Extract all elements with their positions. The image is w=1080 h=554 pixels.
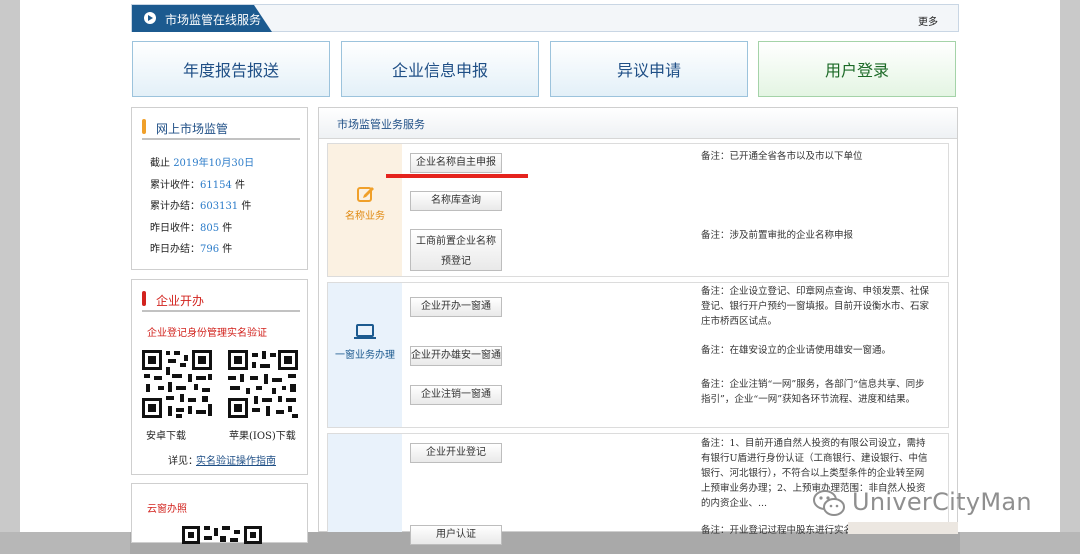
stat-value: 796 [200, 244, 220, 255]
stat-value: 603131 [200, 201, 239, 212]
stat-row-yesterday-received: 昨日收件：805 件 [150, 219, 232, 234]
one-window-note-2: 备注：在雄安设立的企业请使用雄安一窗通。 [701, 345, 892, 356]
panel-marker [142, 291, 146, 306]
opening-registration-side [328, 434, 402, 532]
edit-icon [357, 187, 374, 202]
watermark: UniverCityMan [812, 484, 1050, 524]
annual-report-button[interactable]: 年度报告报送 [132, 41, 330, 97]
stat-label: 截止 [150, 158, 174, 169]
stat-row-date: 截止 2019年10月30日 [150, 154, 254, 169]
real-name-verify-subtitle: 企业登记身份管理实名验证 [147, 328, 267, 339]
stat-row-yesterday-completed: 昨日办结：796 件 [150, 240, 232, 255]
name-business-side: 名称业务 [328, 144, 402, 276]
play-icon [144, 12, 156, 24]
business-services-head: 市场监管业务服务 [319, 108, 957, 139]
name-library-query-button[interactable]: 名称库查询 [410, 191, 502, 211]
watermark-text: UniverCityMan [852, 488, 1032, 516]
user-certification-button[interactable]: 用户认证 [410, 525, 502, 545]
business-services-panel: 市场监管业务服务 名称业务 企业名称自主申报 名称库查询 工商前置企业名称预登记… [318, 107, 958, 545]
one-window-note-3: 备注：企业注销“一网”服务，各部门“信息共享、同步指引”，企业“一网”获知各环节… [701, 379, 925, 405]
enterprise-open-window-button[interactable]: 企业开办一窗通 [410, 297, 502, 317]
more-link[interactable]: 更多 [918, 13, 938, 28]
qr-pattern [142, 350, 212, 418]
enterprise-open-head: 企业开办 [142, 290, 300, 312]
stat-row-total-completed: 累计办结：603131 件 [150, 197, 251, 212]
name-self-declare-button[interactable]: 企业名称自主申报 [410, 153, 502, 173]
service-header-tab: 市场监管在线服务 [132, 5, 272, 32]
enterprise-open-panel: 企业开办 企业登记身份管理实名验证 安卓下载 苹果(IOS)下载 详见： 实名验… [131, 279, 308, 475]
online-supervision-title: 网上市场监管 [156, 122, 229, 136]
stat-label: 昨日收件： [150, 223, 200, 234]
cloud-window-panel: 云窗办照 [131, 483, 308, 544]
cloud-window-qr-code[interactable] [180, 524, 264, 544]
service-header-title: 市场监管在线服务 [165, 13, 262, 27]
online-supervision-panel: 网上市场监管 截止 2019年10月30日 累计收件：61154 件 累计办结：… [131, 107, 308, 270]
stat-label: 累计办结： [150, 201, 200, 212]
cloud-window-title: 云窗办照 [147, 504, 187, 515]
enterprise-open-title: 企业开办 [156, 294, 205, 308]
laptop-icon [354, 324, 376, 339]
one-window-note-1: 备注：企业设立登记、印章网点查询、申领发票、社保登记、银行开户预约一窗填报。目前… [701, 286, 930, 327]
enterprise-cancel-window-button[interactable]: 企业注销一窗通 [410, 385, 502, 405]
screenshot-frame: 市场监管在线服务 更多 年度报告报送 企业信息申报 异议申请 用户登录 网上市场… [0, 0, 1080, 554]
name-business-section: 名称业务 企业名称自主申报 名称库查询 工商前置企业名称预登记 备注：已开通全省… [327, 143, 949, 277]
stat-unit: 件 [219, 223, 233, 234]
stat-label: 累计收件： [150, 180, 200, 191]
stat-value: 805 [200, 223, 220, 234]
pre-approval-name-button[interactable]: 工商前置企业名称预登记 [410, 229, 502, 271]
stat-value: 2019年10月30日 [173, 158, 255, 169]
android-download-label: 安卓下载 [146, 431, 186, 442]
enterprise-info-button[interactable]: 企业信息申报 [341, 41, 539, 97]
service-header-bar: 市场监管在线服务 更多 [131, 4, 959, 32]
real-name-guide-link[interactable]: 实名验证操作指南 [196, 452, 276, 467]
xiongan-window-button[interactable]: 企业开办雄安一窗通 [410, 346, 502, 366]
ios-qr-code[interactable] [226, 348, 300, 420]
objection-button[interactable]: 异议申请 [550, 41, 748, 97]
qr-pattern [182, 526, 262, 544]
online-supervision-head: 网上市场监管 [142, 118, 300, 140]
one-window-label: 一窗业务办理 [335, 350, 395, 361]
wechat-icon [813, 490, 845, 516]
stat-value: 61154 [200, 180, 232, 191]
qr-pattern [228, 350, 298, 418]
business-services-title: 市场监管业务服务 [337, 118, 425, 131]
stat-unit: 件 [231, 180, 245, 191]
panel-marker [142, 119, 146, 134]
android-qr-code[interactable] [140, 348, 214, 420]
stat-label: 昨日办结： [150, 244, 200, 255]
name-business-note-2: 备注：涉及前置审批的企业名称申报 [701, 230, 854, 241]
name-business-label: 名称业务 [345, 211, 385, 222]
ios-download-label: 苹果(IOS)下载 [229, 431, 296, 442]
one-window-side: 一窗业务办理 [328, 283, 402, 427]
opening-registration-button[interactable]: 企业开业登记 [410, 443, 502, 463]
detail-prefix: 详见： [168, 456, 198, 467]
stat-unit: 件 [219, 244, 233, 255]
user-login-button[interactable]: 用户登录 [758, 41, 956, 97]
stat-unit: 件 [238, 201, 252, 212]
name-business-note-1: 备注：已开通全省各市以及市以下单位 [701, 151, 863, 162]
stat-row-total-received: 累计收件：61154 件 [150, 176, 245, 191]
one-window-section: 一窗业务办理 企业开办一窗通 企业开办雄安一窗通 企业注销一窗通 备注：企业设立… [327, 282, 949, 428]
highlight-underline [386, 174, 528, 178]
